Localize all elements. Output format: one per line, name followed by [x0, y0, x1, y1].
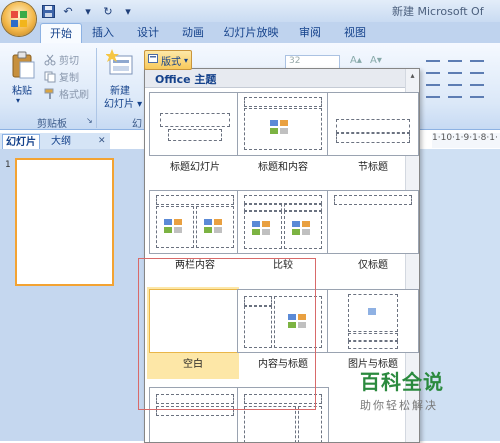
cut-label: 剪切	[59, 56, 79, 67]
tab-home[interactable]: 开始	[40, 23, 82, 44]
layout-thumbnail	[237, 387, 329, 442]
grow-font-icon[interactable]: A▴	[350, 55, 362, 66]
paintbrush-icon	[44, 88, 56, 100]
ruler: 1·10·1·9·1·8·1·	[432, 133, 500, 148]
align-center-icon[interactable]	[448, 84, 462, 98]
close-pane-icon[interactable]: ✕	[98, 136, 106, 146]
copy-icon	[44, 71, 56, 83]
layout-thumbnail	[149, 190, 241, 254]
window-title: 新建 Microsoft Of	[392, 5, 484, 18]
scroll-up-icon[interactable]: ▴	[407, 71, 418, 83]
tab-animation[interactable]: 动画	[178, 23, 208, 43]
tab-slides[interactable]: 幻灯片	[2, 134, 40, 150]
slide-thumbnail[interactable]	[15, 158, 114, 286]
tab-review[interactable]: 审阅	[295, 23, 325, 43]
layout-label: 标题和内容	[258, 162, 308, 173]
cut-button[interactable]: 剪切	[44, 52, 79, 67]
layout-thumbnail	[149, 289, 241, 353]
layout-thumbnail	[237, 190, 329, 254]
content-placeholder-icon	[292, 221, 310, 235]
layout-label: 空白	[183, 359, 203, 370]
layout-title-content[interactable]: 标题和内容	[237, 92, 329, 173]
paste-icon	[12, 51, 35, 79]
layout-label: 版式	[160, 56, 181, 68]
indent-icon[interactable]	[470, 60, 484, 74]
layout-thumbnail	[327, 190, 419, 254]
layout-label: 内容与标题	[258, 359, 308, 370]
tab-design[interactable]: 设计	[133, 23, 163, 43]
clipboard-group-label: 剪贴板	[37, 119, 67, 130]
new-slide-icon	[105, 49, 133, 75]
clipboard-launcher-icon[interactable]: ↘	[86, 116, 93, 125]
tab-outline[interactable]: 大纲	[48, 134, 74, 149]
layout-section-header[interactable]: 节标题	[327, 92, 419, 173]
paragraph-group	[418, 50, 500, 110]
quick-access-toolbar: ↶ ▾ ↻ ▾	[40, 3, 136, 19]
tab-slideshow[interactable]: 幻灯片放映	[222, 23, 280, 43]
layout-label: 标题幻灯片	[170, 162, 220, 173]
scissors-icon	[44, 54, 56, 66]
layout-content-caption[interactable]: 内容与标题	[237, 289, 329, 370]
slide-number: 1	[5, 160, 11, 170]
content-placeholder-icon	[288, 314, 306, 328]
content-placeholder-icon	[204, 219, 222, 233]
shrink-font-icon[interactable]: A▾	[370, 55, 382, 66]
tab-view[interactable]: 视图	[340, 23, 370, 43]
layout-label: 仅标题	[358, 260, 388, 271]
save-icon[interactable]	[40, 3, 56, 19]
bullets-icon[interactable]	[426, 60, 440, 74]
layout-thumbnail	[237, 92, 329, 156]
format-painter-button[interactable]: 格式刷	[44, 86, 89, 101]
layout-comparison[interactable]: 比较	[237, 190, 329, 271]
paste-dropdown-icon[interactable]: ▾	[16, 96, 20, 105]
slides-group-label: 幻	[132, 119, 142, 130]
paste-button[interactable]	[8, 50, 40, 80]
layout-two-content[interactable]: 两栏内容	[149, 190, 241, 271]
copy-label: 复制	[59, 73, 79, 84]
numbering-icon[interactable]	[448, 60, 462, 74]
redo-icon[interactable]: ↻	[100, 3, 116, 19]
layout-picture-caption[interactable]: 图片与标题	[327, 289, 419, 370]
gallery-header-label: Office 主题	[155, 73, 217, 86]
customize-arrow-icon[interactable]: ▾	[80, 3, 96, 19]
undo-icon[interactable]: ↶	[60, 3, 76, 19]
layout-title-only[interactable]: 仅标题	[327, 190, 419, 271]
tab-insert[interactable]: 插入	[88, 23, 118, 43]
chevron-down-icon: ▾	[183, 55, 188, 65]
layout-label: 两栏内容	[175, 260, 215, 271]
content-placeholder-icon	[252, 221, 270, 235]
layout-thumbnail	[149, 387, 241, 442]
watermark-title: 百科全说	[360, 370, 444, 394]
layout-title-slide[interactable]: 标题幻灯片	[149, 92, 241, 173]
justify-icon[interactable]	[470, 84, 484, 98]
watermark-subtitle: 助你轻松解决	[360, 399, 438, 412]
layout-blank[interactable]: 空白	[147, 287, 241, 379]
layout-partial-1[interactable]	[149, 387, 241, 442]
new-slide-label-2: 幻灯片 ▾	[104, 99, 143, 110]
watermark: 百科全说 助你轻松解决	[360, 366, 444, 413]
layout-partial-2[interactable]	[237, 387, 329, 442]
paste-label: 粘贴	[12, 86, 32, 97]
group-divider	[96, 48, 97, 128]
office-button[interactable]	[2, 2, 36, 36]
copy-button[interactable]: 复制	[44, 69, 79, 84]
layout-thumbnail	[327, 92, 419, 156]
content-placeholder-icon	[164, 219, 182, 233]
layout-icon	[147, 54, 158, 66]
layout-label: 比较	[273, 260, 293, 271]
layout-thumbnail	[149, 92, 241, 156]
align-left-icon[interactable]	[426, 84, 440, 98]
layout-button[interactable]: 版式 ▾	[144, 50, 192, 70]
new-slide-button[interactable]	[105, 48, 136, 80]
picture-placeholder-icon	[368, 308, 376, 315]
layout-thumbnail	[237, 289, 329, 353]
office-logo-icon	[11, 11, 27, 27]
content-placeholder-icon	[270, 120, 288, 134]
format-painter-label: 格式刷	[59, 90, 89, 101]
gallery-header: Office 主题	[145, 69, 419, 88]
layout-label: 节标题	[358, 162, 388, 173]
layout-thumbnail	[327, 289, 419, 353]
customize-qat-icon[interactable]: ▾	[120, 3, 136, 19]
